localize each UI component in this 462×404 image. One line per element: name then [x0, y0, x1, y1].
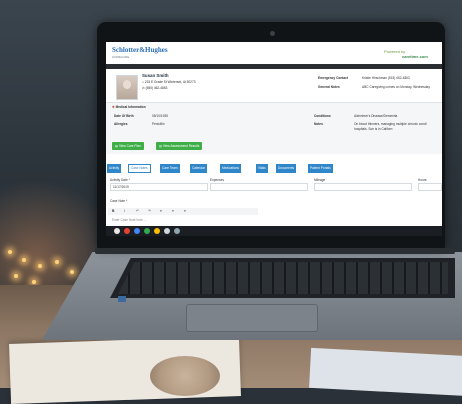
client-phone: ✆ (555) 462-4863 — [142, 86, 168, 90]
general-notes-label: General Notes — [318, 85, 340, 89]
partner-logo[interactable]: caretime.com — [402, 54, 428, 59]
nav-bar — [106, 64, 442, 69]
dob-label: Date Of Birth — [114, 114, 134, 118]
tab-calendar[interactable]: Calendar — [190, 164, 207, 173]
general-notes-value: ABC Caregiving comes on Monday, Wednesda… — [362, 85, 430, 89]
medical-heading: ✚ Medical Information — [112, 105, 146, 109]
emergency-contact-value: Kristie Hirschman (515) 462-4863 — [362, 76, 410, 80]
case-note-label: Case Note * — [110, 199, 128, 203]
allergies-value: Penicillin — [152, 122, 165, 126]
app-icon-4[interactable] — [174, 228, 180, 234]
conditions-label: Conditions — [314, 114, 331, 118]
activity-date-value: 11/17/2019 — [113, 185, 129, 189]
view-care-plan-button[interactable]: ▤ View Care Plan — [112, 142, 144, 150]
files-icon[interactable] — [134, 228, 140, 234]
conditions-value: Alzheimer's Disease/Dementia — [354, 114, 398, 118]
tab-medications[interactable]: Medications — [220, 164, 242, 173]
tab-case-notes[interactable]: Case Notes — [128, 164, 151, 173]
app-icon-3[interactable] — [164, 228, 170, 234]
client-name: Susan Smith — [142, 73, 169, 78]
paper-document-right — [309, 347, 462, 397]
activity-date-label: Activity Date * — [110, 178, 130, 182]
os-taskbar — [106, 226, 442, 236]
align-center-button[interactable]: ≡ — [172, 208, 174, 215]
tab-care-team[interactable]: Care Team — [160, 164, 180, 173]
expenses-label: Expenses — [210, 178, 224, 182]
medical-notes-line1: On blood thinners, managing multiple chr… — [354, 122, 427, 126]
redo-button[interactable]: ↷ — [148, 208, 151, 215]
bold-button[interactable]: B — [112, 208, 114, 215]
client-address: ⌂ 215 E Grade St Winterset, IA 50273 — [142, 80, 196, 84]
tab-patient-portals[interactable]: Patient Portals — [308, 164, 333, 173]
webcam-icon — [270, 31, 275, 36]
tab-vitals[interactable]: Vitals — [256, 164, 268, 173]
sticker-icon — [118, 296, 126, 302]
hours-input[interactable] — [418, 183, 442, 191]
laptop-hinge — [95, 248, 455, 254]
divider — [106, 102, 442, 103]
laptop-screen: Schlotter&Hughes HOMECARE Powered by car… — [106, 42, 442, 236]
tab-documents[interactable]: Documents — [276, 164, 297, 173]
mileage-label: Mileage — [314, 178, 326, 182]
launcher-icon[interactable] — [114, 228, 120, 234]
expenses-input[interactable] — [210, 183, 308, 191]
app-icon[interactable] — [144, 228, 150, 234]
brand-logo[interactable]: Schlotter&Hughes — [112, 46, 168, 54]
tab-bar: Activity Case Notes Care Team Calendar M… — [106, 164, 442, 173]
medical-notes-line2: hospitals. Son is in Californ — [354, 127, 393, 131]
trackpad — [186, 304, 318, 332]
case-note-editor[interactable]: Enter Case Note here... — [112, 218, 146, 222]
emergency-contact-label: Emergency Contact — [318, 76, 348, 80]
app-icon-2[interactable] — [154, 228, 160, 234]
dob-value: 05/10/1935 — [152, 114, 168, 118]
keyboard-keys — [118, 262, 448, 294]
align-left-button[interactable]: ≡ — [160, 208, 162, 215]
coffee-cup — [150, 356, 220, 396]
italic-button[interactable]: I — [124, 208, 125, 215]
brand-subtitle: HOMECARE — [112, 55, 130, 59]
undo-button[interactable]: ↶ — [136, 208, 139, 215]
align-right-button[interactable]: ≡ — [184, 208, 186, 215]
allergies-label: Allergies — [114, 122, 128, 126]
hours-label: Hours — [418, 178, 427, 182]
tab-activity[interactable]: Activity — [107, 164, 122, 173]
activity-date-input[interactable]: 11/17/2019 — [110, 183, 208, 191]
view-assessment-button[interactable]: ▥ View Assessment Results — [156, 142, 203, 150]
mileage-input[interactable] — [314, 183, 412, 191]
avatar — [116, 75, 138, 100]
chrome-icon[interactable] — [124, 228, 130, 234]
editor-toolbar: B I ↶ ↷ ≡ ≡ ≡ — [108, 208, 258, 215]
medical-notes-label: Notes — [314, 122, 323, 126]
